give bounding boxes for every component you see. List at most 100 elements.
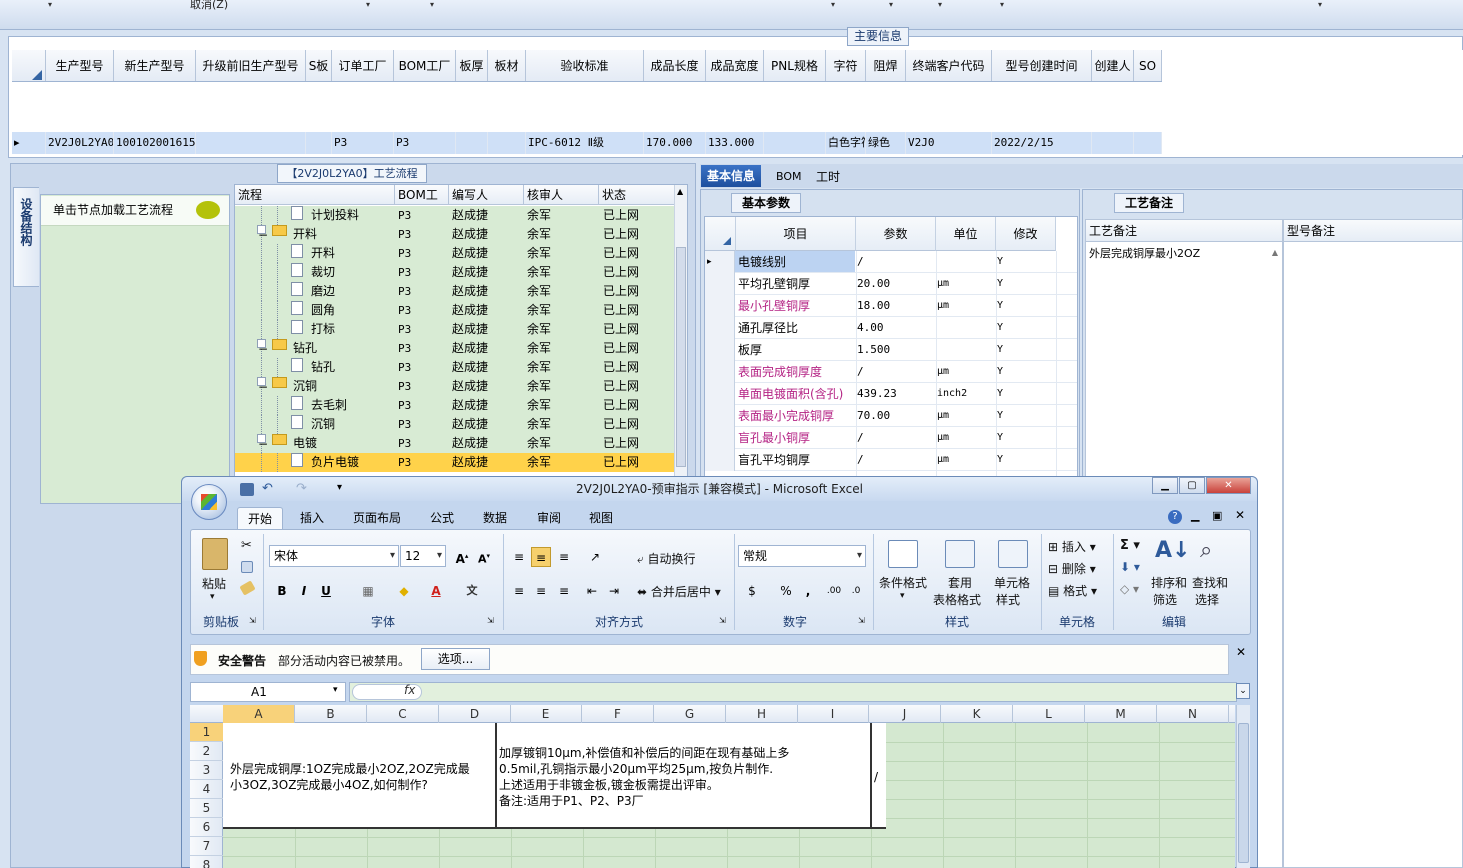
param-value[interactable]: / — [857, 427, 864, 449]
grid-cell[interactable] — [456, 132, 488, 154]
conditional-format-icon[interactable] — [888, 540, 918, 568]
tree-row[interactable]: 计划投料 P3 赵成捷 余军 已上网 — [235, 206, 675, 225]
grid-cell[interactable] — [764, 132, 826, 154]
dialog-launcher-icon[interactable]: ⇲ — [719, 616, 726, 625]
save-icon[interactable] — [240, 483, 254, 496]
grid-cell[interactable] — [1134, 132, 1162, 154]
param-mod[interactable]: Y — [997, 361, 1003, 383]
cell-styles-label-2[interactable]: 样式 — [996, 591, 1020, 608]
param-value[interactable]: / — [857, 449, 864, 471]
grid-cell[interactable]: 2022/2/15 — [992, 132, 1092, 154]
column-header[interactable]: I — [797, 705, 869, 723]
param-value[interactable]: 1.500 — [857, 339, 890, 361]
ribbon-tab[interactable]: 审阅 — [527, 507, 571, 529]
param-mod[interactable]: Y — [997, 427, 1003, 449]
row-header[interactable]: 7 — [190, 837, 223, 856]
column-header[interactable]: J — [869, 705, 941, 723]
minimize-button[interactable]: ▁ — [1152, 477, 1178, 494]
align-bottom-icon[interactable]: ≡ — [554, 547, 574, 567]
phonetic-icon[interactable]: 文 — [462, 581, 482, 601]
ribbon-close-icon[interactable]: ✕ — [1235, 508, 1245, 522]
process-remark-text[interactable]: 外层完成铜厚最小2OZ — [1089, 245, 1200, 261]
param-value[interactable]: 70.00 — [857, 405, 890, 427]
insert-cells-button[interactable]: ⊞ 插入 ▾ — [1048, 538, 1096, 555]
tree-row[interactable]: − 沉铜 P3 赵成捷 余军 已上网 — [235, 377, 675, 396]
grid-column-header[interactable]: PNL规格 — [764, 50, 826, 81]
grow-font-icon[interactable]: A▴ — [452, 546, 472, 566]
cell-answer-line4[interactable]: 备注:适用于P1、P2、P3厂 — [499, 793, 644, 809]
param-mod[interactable]: Y — [997, 251, 1003, 273]
align-left-icon[interactable]: ≡ — [509, 581, 529, 601]
border-icon[interactable]: ▦ — [358, 581, 378, 601]
grid-column-header[interactable]: 阻焊 — [866, 50, 906, 81]
italic-icon[interactable]: I — [294, 581, 314, 601]
column-header[interactable]: A — [223, 705, 295, 723]
underline-icon[interactable]: U — [316, 581, 336, 601]
grid-column-header[interactable]: 订单工厂 — [332, 50, 394, 81]
grid-column-header[interactable]: S板 — [306, 50, 332, 81]
grid-cell[interactable]: 133.000 — [706, 132, 764, 154]
grid-cell[interactable]: P3 — [394, 132, 456, 154]
fill-icon[interactable]: ⬇ ▾ — [1120, 560, 1140, 574]
tree-row[interactable]: 沉铜 P3 赵成捷 余军 已上网 — [235, 415, 675, 434]
tab-basic-info[interactable]: 基本信息 — [701, 165, 762, 187]
row-header[interactable]: 6 — [190, 818, 223, 837]
collapse-icon[interactable]: − — [257, 225, 268, 242]
param-col-mod[interactable]: 修改 — [996, 217, 1056, 251]
wrap-text-button[interactable]: ⤶ 自动换行 — [637, 550, 696, 567]
column-header[interactable]: K — [941, 705, 1013, 723]
ribbon-minimize-icon[interactable]: ▁ — [1191, 509, 1199, 522]
delete-cells-button[interactable]: ⊟ 删除 ▾ — [1048, 560, 1096, 577]
find-select-icon[interactable]: ⌕ — [1200, 538, 1212, 563]
column-header[interactable]: B — [295, 705, 367, 723]
grid-cell[interactable]: 170.000 — [644, 132, 706, 154]
find-select-label-1[interactable]: 查找和 — [1192, 574, 1228, 591]
format-as-table-label-1[interactable]: 套用 — [948, 574, 972, 591]
find-select-label-2[interactable]: 选择 — [1195, 591, 1219, 608]
param-mod[interactable]: Y — [997, 317, 1003, 339]
row-header[interactable]: 8 — [190, 856, 223, 868]
tree-row[interactable]: 负片电镀 P3 赵成捷 余军 已上网 — [235, 453, 675, 472]
param-value[interactable]: / — [857, 361, 864, 383]
ribbon-tab[interactable]: 页面布局 — [343, 507, 411, 529]
clear-icon[interactable]: ◇ ▾ — [1120, 582, 1139, 596]
param-row[interactable]: 表面最小完成铜厚 70.00 μm Y — [705, 405, 1077, 427]
side-tab-equipment[interactable]: 设备结构 — [13, 187, 39, 287]
dropdown-arrow-icon[interactable]: ▾ — [48, 0, 52, 9]
row-header[interactable]: 4 — [190, 780, 223, 799]
format-as-table-label-2[interactable]: 表格格式 — [933, 591, 981, 608]
accounting-format-icon[interactable]: $ — [742, 581, 762, 601]
align-center-icon[interactable]: ≡ — [531, 581, 551, 601]
cell-answer-line2[interactable]: 0.5mil,孔铜指示最小20μm平均25μm,按负片制作. — [499, 761, 773, 777]
param-row[interactable]: 盲孔最小铜厚 / μm Y — [705, 427, 1077, 449]
param-mod[interactable]: Y — [997, 339, 1003, 361]
row-header[interactable]: 1 — [190, 723, 223, 742]
column-header[interactable]: E — [510, 705, 582, 723]
grid-cell[interactable]: V2J0 — [906, 132, 992, 154]
grid-cell[interactable] — [306, 132, 332, 154]
tree-row[interactable]: 圆角 P3 赵成捷 余军 已上网 — [235, 301, 675, 320]
param-mod[interactable]: Y — [997, 383, 1003, 405]
row-header[interactable]: 5 — [190, 799, 223, 818]
tree-row[interactable]: 开料 P3 赵成捷 余军 已上网 — [235, 244, 675, 263]
dropdown-arrow-icon[interactable]: ▾ — [1318, 0, 1322, 9]
ribbon-restore-icon[interactable]: ▣ — [1212, 509, 1222, 522]
param-col-unit[interactable]: 单位 — [936, 217, 996, 251]
dropdown-arrow-icon[interactable]: ▾ — [831, 0, 835, 9]
grid-cell[interactable] — [488, 132, 526, 154]
grid-data-row[interactable]: ▸2V2J0L2YA010010200161563 P3P3 IPC-6012 Ⅱ级… — [12, 132, 1162, 154]
param-value[interactable]: 439.23 — [857, 383, 897, 405]
grid-column-header[interactable]: 字符 — [826, 50, 866, 81]
param-row[interactable]: 表面完成铜厚度 / μm Y — [705, 361, 1077, 383]
cell-styles-icon[interactable] — [998, 540, 1028, 568]
param-col-value[interactable]: 参数 — [856, 217, 936, 251]
tree-column-header[interactable]: 编写人 — [449, 185, 524, 204]
param-row[interactable]: 板厚 1.500 Y — [705, 339, 1077, 361]
dropdown-arrow-icon[interactable]: ▾ — [1000, 0, 1004, 9]
expand-formula-bar-icon[interactable]: ⌄ — [1236, 683, 1250, 699]
dialog-launcher-icon[interactable]: ⇲ — [487, 616, 494, 625]
help-icon[interactable]: ? — [1168, 510, 1182, 524]
grid-column-header[interactable]: SO — [1134, 50, 1162, 81]
grid-column-header[interactable]: 验收标准 — [526, 50, 644, 81]
sheet-vertical-scrollbar[interactable] — [1236, 705, 1250, 868]
